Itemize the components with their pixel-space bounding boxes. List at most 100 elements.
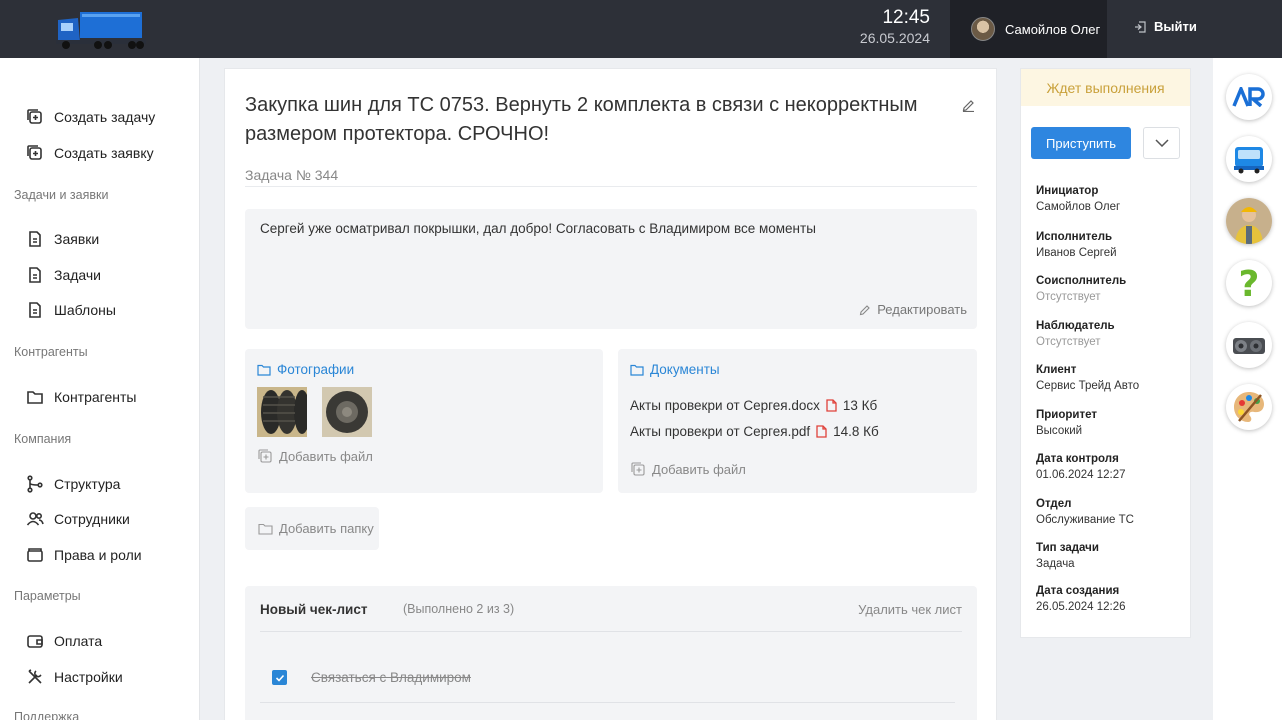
checklist-title: Новый чек-лист (260, 602, 368, 617)
field-created-date: Дата создания 26.05.2024 12:26 (1036, 585, 1126, 613)
field-client: Клиент Сервис Трейд Авто (1036, 364, 1139, 392)
document-file[interactable]: Акты провекри от Сергея.pdf 14.8 Кб (630, 424, 879, 439)
app-worker-icon[interactable] (1226, 198, 1272, 244)
photos-panel: Фотографии Добавить файл (245, 349, 603, 493)
field-label: Приоритет (1036, 409, 1097, 421)
field-value: Обслуживание ТС (1036, 514, 1134, 526)
add-photo-file-button[interactable]: Добавить файл (258, 449, 373, 464)
folder-icon (258, 523, 273, 535)
field-label: Дата контроля (1036, 453, 1119, 465)
field-value: Иванов Сергей (1036, 247, 1117, 259)
sidebar-item-label: Настройки (54, 669, 123, 685)
photos-title: Фотографии (277, 362, 355, 377)
section-tasks-heading: Задачи и заявки (14, 188, 109, 202)
folder-icon (630, 364, 644, 376)
logout-button[interactable]: Выйти (1134, 19, 1197, 34)
checklist: Новый чек-лист (Выполнено 2 из 3) Удалит… (245, 586, 977, 720)
field-label: Соисполнитель (1036, 275, 1127, 287)
add-folder-button[interactable]: Добавить папку (245, 507, 379, 550)
photos-folder-link[interactable]: Фотографии (257, 362, 354, 377)
wallet-icon (27, 635, 43, 648)
section-contractors-heading: Контрагенты (14, 345, 88, 359)
document-name: Акты провекри от Сергея.pdf (630, 424, 811, 439)
sidebar-item-label: Структура (54, 476, 121, 492)
sidebar-item-rights[interactable]: Права и роли (26, 546, 142, 564)
app-ar-icon[interactable] (1226, 74, 1272, 120)
add-document-file-button[interactable]: Добавить файл (631, 462, 746, 477)
sidebar-item-requests[interactable]: Заявки (26, 230, 99, 248)
add-file-icon (258, 449, 272, 463)
sidebar-item-settings[interactable]: Настройки (26, 668, 123, 686)
app-parts-icon[interactable] (1226, 322, 1272, 368)
structure-icon (27, 475, 43, 493)
clock-date: 26.05.2024 (859, 30, 930, 46)
task-title: Закупка шин для ТС 0753. Вернуть 2 компл… (245, 94, 918, 145)
sidebar-item-create-task[interactable]: Создать задачу (26, 108, 155, 126)
delete-checklist-button[interactable]: Удалить чек лист (858, 602, 962, 617)
divider (260, 631, 962, 632)
document-icon (29, 231, 41, 247)
task-card: Закупка шин для ТС 0753. Вернуть 2 компл… (224, 68, 997, 720)
add-square-icon (27, 109, 42, 124)
edit-label: Редактировать (877, 302, 967, 317)
logout-label: Выйти (1154, 19, 1197, 34)
sidebar-item-label: Оплата (54, 633, 103, 649)
photo-thumbnail[interactable] (257, 387, 310, 437)
check-icon (275, 674, 284, 682)
documents-folder-link[interactable]: Документы (630, 362, 720, 377)
user-name: Самойлов Олег (1005, 21, 1101, 37)
field-control-date: Дата контроля 01.06.2024 12:27 (1036, 453, 1126, 481)
logout-icon (1135, 20, 1146, 33)
avatar (971, 17, 995, 41)
actions-dropdown-button[interactable] (1143, 127, 1180, 159)
photo-thumbnail[interactable] (322, 387, 372, 437)
field-label: Наблюдатель (1036, 320, 1115, 332)
add-square-icon (27, 145, 42, 160)
sidebar-item-label: Создать задачу (54, 109, 156, 125)
clock-time: 12:45 (882, 7, 930, 28)
start-button[interactable]: Приступить (1031, 127, 1131, 159)
description-box: Сергей уже осматривал покрышки, дал добр… (245, 209, 977, 329)
users-icon (26, 512, 44, 526)
sidebar-item-structure[interactable]: Структура (26, 475, 120, 493)
wallet-icon (27, 548, 43, 562)
checklist-progress: (Выполнено 2 из 3) (403, 602, 515, 616)
field-value: Задача (1036, 558, 1075, 570)
sidebar-item-create-request[interactable]: Создать заявку (26, 144, 154, 162)
add-file-icon (631, 462, 645, 476)
folder-icon (27, 391, 43, 404)
svg-text:?: ? (1239, 264, 1260, 302)
sidebar-item-contractors[interactable]: Контрагенты (26, 388, 136, 406)
edit-title-button[interactable] (962, 99, 975, 117)
app-help-icon[interactable]: ? (1226, 260, 1272, 306)
edit-description-button[interactable]: Редактировать (859, 302, 967, 317)
app-truck-icon[interactable] (1226, 136, 1272, 182)
field-initiator: Инициатор Самойлов Олег (1036, 185, 1120, 213)
checkbox[interactable] (272, 670, 287, 685)
document-icon (29, 267, 41, 283)
user-menu[interactable]: Самойлов Олег (950, 0, 1107, 58)
add-file-label: Добавить файл (279, 449, 373, 464)
checklist-item[interactable]: Связаться с Владимиром (272, 670, 471, 685)
section-params-heading: Параметры (14, 589, 81, 603)
field-observer: Наблюдатель Отсутствует (1036, 320, 1115, 348)
sidebar-item-tasks[interactable]: Задачи (26, 266, 101, 284)
field-executor: Исполнитель Иванов Сергей (1036, 231, 1117, 259)
sidebar-item-employees[interactable]: Сотрудники (26, 510, 130, 528)
checklist-item-text: Связаться с Владимиром (311, 670, 471, 685)
documents-title: Документы (650, 362, 720, 377)
pdf-file-icon (826, 399, 837, 412)
field-value: Отсутствует (1036, 336, 1101, 348)
field-value: Отсутствует (1036, 291, 1101, 303)
sidebar-item-label: Заявки (54, 231, 100, 247)
field-label: Клиент (1036, 364, 1077, 376)
documents-panel: Документы Акты провекри от Сергея.docx 1… (618, 349, 977, 493)
document-file[interactable]: Акты провекри от Сергея.docx 13 Кб (630, 398, 877, 413)
sidebar-item-templates[interactable]: Шаблоны (26, 301, 116, 319)
app-palette-icon[interactable] (1226, 384, 1272, 430)
clock: 12:45 26.05.2024 (840, 7, 930, 47)
sidebar-item-payment[interactable]: Оплата (26, 632, 102, 650)
tools-icon (28, 669, 42, 684)
truck-logo[interactable] (52, 6, 152, 52)
document-size: 14.8 Кб (833, 424, 879, 439)
